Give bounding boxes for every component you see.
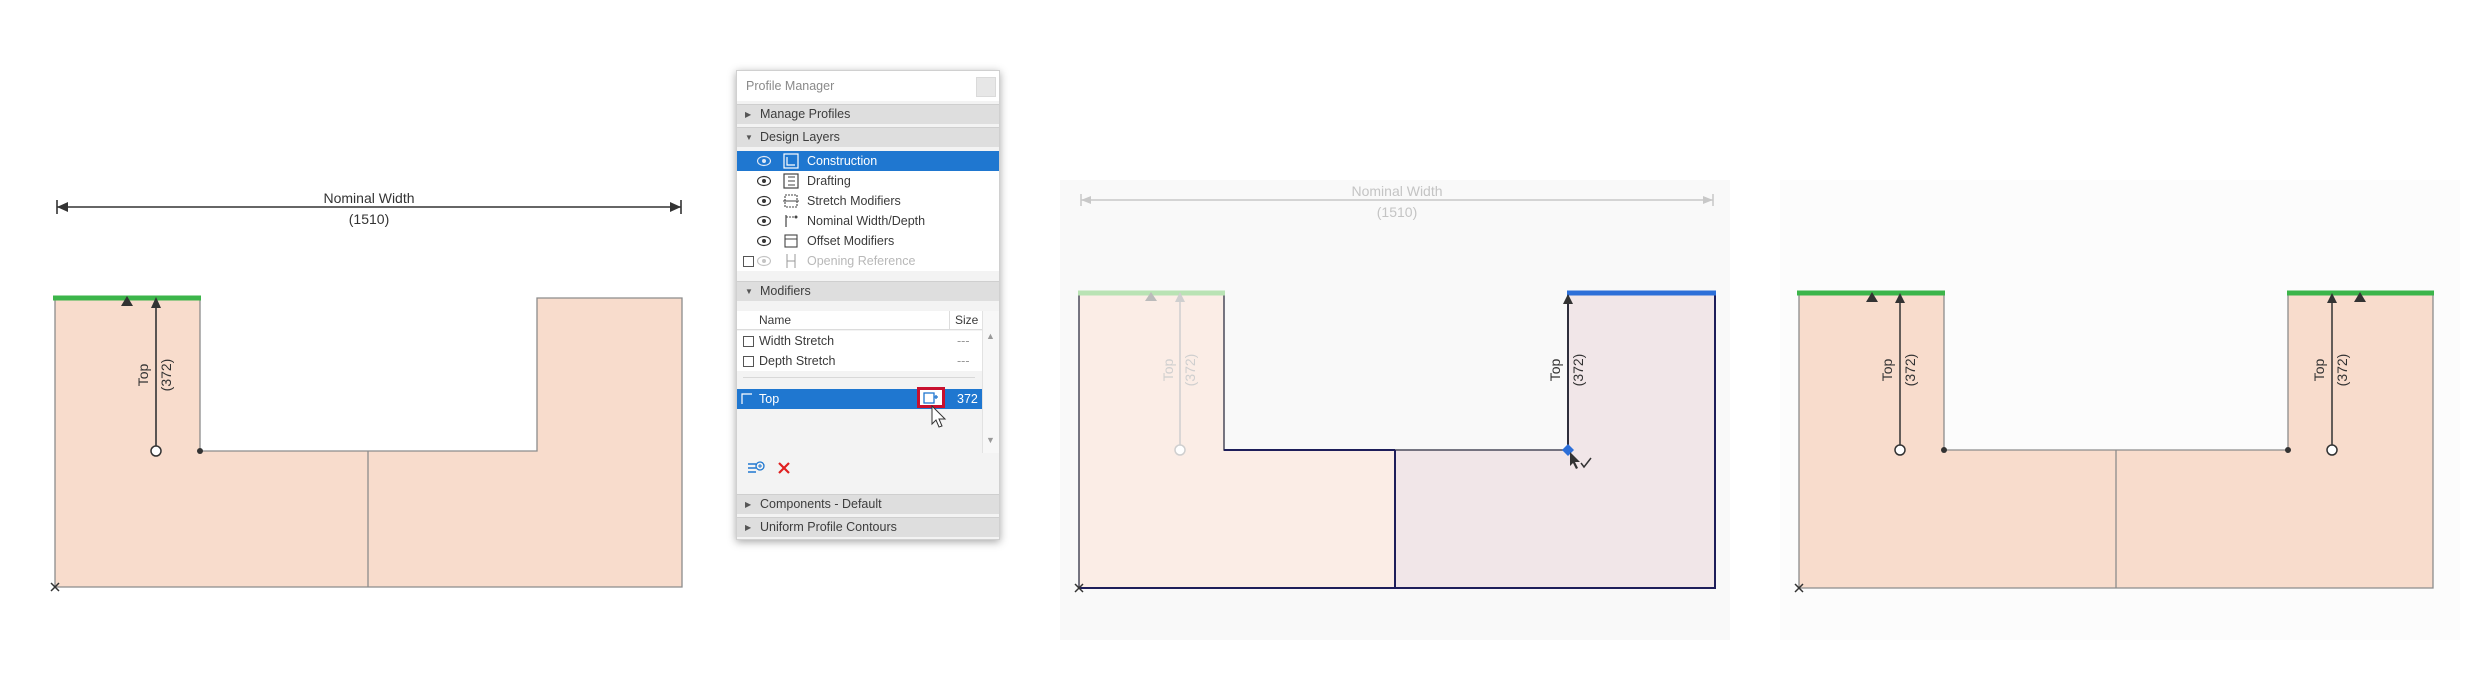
- modifier-row-width-stretch[interactable]: Width Stretch ---: [737, 331, 982, 351]
- modifiers-table-header: Name Size: [737, 311, 982, 330]
- offset-value: (372): [2334, 354, 2350, 387]
- offset-label: Top: [2311, 359, 2327, 382]
- offset-modifier-icon: [741, 393, 752, 404]
- layer-row-nominal-width-depth[interactable]: Nominal Width/Depth: [737, 211, 999, 231]
- dim-arrow-icon: [57, 202, 68, 212]
- nominal-width-depth-icon: [785, 215, 798, 227]
- profile-manager-panel: Profile Manager ▶ Manage Profiles ▼ Desi…: [736, 70, 1000, 540]
- offset-label: Top: [135, 364, 151, 387]
- offset-label: Top: [1160, 359, 1176, 382]
- nominal-width-label: Nominal Width: [323, 190, 414, 206]
- modifier-row-depth-stretch[interactable]: Depth Stretch ---: [737, 351, 982, 371]
- profile-drawing-editing: Nominal Width (1510) Top (372) Top (372): [1060, 180, 1730, 640]
- delete-icon[interactable]: [777, 461, 791, 475]
- offset-label-active: Top: [1547, 359, 1563, 382]
- eye-icon[interactable]: [757, 255, 771, 267]
- profile-drawing-result: Top (372) Top (372): [1780, 180, 2460, 640]
- eye-icon[interactable]: [757, 235, 771, 247]
- offset-origin-icon: [2326, 444, 2338, 456]
- stretch-modifiers-icon: [783, 194, 799, 208]
- hotspot-icon: [197, 448, 203, 454]
- section-manage-profiles[interactable]: ▶ Manage Profiles: [737, 104, 999, 124]
- offset-origin-icon: [150, 445, 162, 457]
- panel-title: Profile Manager: [737, 71, 999, 101]
- section-modifiers[interactable]: ▼ Modifiers: [737, 281, 999, 301]
- expand-triangle-icon: ▶: [745, 110, 752, 119]
- scroll-down-icon[interactable]: ▼: [986, 435, 995, 445]
- profile-drawing-original: Nominal Width (1510) Top (372): [50, 190, 683, 592]
- nominal-width-value: (1510): [349, 211, 389, 227]
- section-design-layers[interactable]: ▼ Design Layers: [737, 127, 999, 147]
- offset-value: (372): [158, 359, 174, 392]
- mouse-pointer-icon: [931, 405, 947, 428]
- layer-row-stretch-modifiers[interactable]: Stretch Modifiers: [737, 191, 999, 211]
- modifier-toolbar: [737, 453, 999, 481]
- nominal-width-value: (1510): [1377, 204, 1417, 220]
- scroll-up-icon[interactable]: ▲: [986, 331, 995, 341]
- section-components[interactable]: ▶ Components - Default: [737, 494, 999, 514]
- offset-value: (372): [1902, 354, 1918, 387]
- hotspot-icon: [2285, 447, 2291, 453]
- layer-row-opening-reference[interactable]: Opening Reference: [737, 251, 999, 271]
- drafting-layer-icon: [783, 173, 799, 189]
- modifier-checkbox[interactable]: [743, 336, 754, 347]
- edit-icon: [923, 392, 938, 404]
- column-size: Size: [949, 311, 978, 329]
- layer-row-construction[interactable]: Construction: [737, 151, 999, 171]
- opening-reference-icon: [786, 254, 796, 268]
- collapse-triangle-icon: ▼: [745, 133, 753, 142]
- add-modifier-icon[interactable]: [747, 460, 765, 476]
- layer-row-offset-modifiers[interactable]: Offset Modifiers: [737, 231, 999, 251]
- eye-icon[interactable]: [757, 195, 771, 207]
- close-button[interactable]: [976, 77, 996, 97]
- nominal-width-label: Nominal Width: [1351, 183, 1442, 199]
- offset-modifiers-icon: [784, 234, 798, 248]
- eye-icon[interactable]: [757, 175, 771, 187]
- offset-label: Top: [1879, 359, 1895, 382]
- expand-triangle-icon: ▶: [745, 523, 752, 532]
- expand-triangle-icon: ▶: [745, 500, 752, 509]
- layer-checkbox[interactable]: [743, 256, 754, 267]
- offset-origin-icon: [1894, 444, 1906, 456]
- eye-icon[interactable]: [757, 155, 771, 167]
- collapse-triangle-icon: ▼: [745, 287, 753, 296]
- offset-origin-icon: [1174, 444, 1186, 456]
- eye-icon[interactable]: [757, 215, 771, 227]
- offset-value: (372): [1182, 354, 1198, 387]
- modifier-checkbox[interactable]: [743, 356, 754, 367]
- column-name: Name: [759, 313, 792, 327]
- dim-arrow-icon: [670, 202, 681, 212]
- hotspot-icon: [1941, 447, 1947, 453]
- layer-row-drafting[interactable]: Drafting: [737, 171, 999, 191]
- construction-layer-icon: [783, 153, 799, 169]
- offset-value-active: (372): [1570, 354, 1586, 387]
- section-uniform-contours[interactable]: ▶ Uniform Profile Contours: [737, 517, 999, 537]
- modifiers-scrollbar[interactable]: ▲ ▼: [982, 311, 999, 453]
